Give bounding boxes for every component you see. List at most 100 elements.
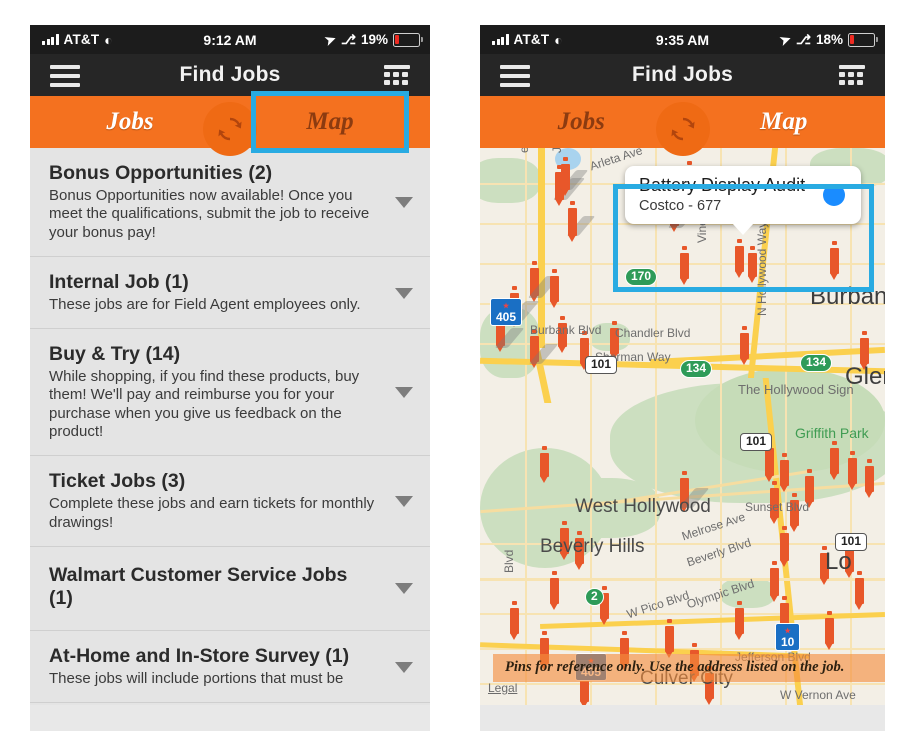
job-category-desc: Bonus Opportunities now available! Once … (49, 187, 370, 241)
highway-shield-170: 170 (625, 268, 658, 286)
map-label: eda Blvd (517, 148, 531, 153)
job-pin[interactable] (770, 561, 779, 602)
tab-jobs[interactable]: Jobs (480, 96, 683, 148)
list-item[interactable]: Ticket Jobs (3) Complete these jobs and … (30, 456, 430, 547)
bluetooth-icon: ⎇ (795, 31, 811, 47)
map-label: Jodmi Ave (550, 148, 564, 153)
highway-shield-101: 101 (585, 356, 618, 374)
status-bar-right: AT&T ◐ 9:35 AM ➤ ⎇ 18% (480, 25, 885, 54)
tab-map[interactable]: Map (683, 96, 886, 157)
map-label: Chandler Blvd (615, 326, 691, 340)
job-category-title: Buy & Try (14) (49, 343, 181, 366)
job-category-desc: While shopping, if you find these produc… (49, 368, 360, 441)
location-arrow-icon: ➤ (777, 30, 794, 48)
chevron-down-icon[interactable] (395, 387, 413, 399)
job-pin[interactable] (805, 469, 814, 508)
job-pin[interactable] (830, 241, 839, 280)
tab-bar-right: Jobs Map (480, 96, 886, 157)
highway-shield-134: 134 (800, 354, 833, 372)
highway-shield-101: 101 (835, 533, 868, 551)
battery-icon (393, 32, 423, 47)
job-pin[interactable] (510, 601, 519, 640)
list-item[interactable]: Walmart Customer Service Jobs (1) (30, 546, 430, 631)
list-item[interactable]: Bonus Opportunities (2) Bonus Opportunit… (30, 148, 430, 257)
job-pin[interactable] (561, 157, 570, 196)
map-park-area (480, 158, 540, 203)
job-pin[interactable] (568, 201, 577, 242)
map-label: N Hollywood Way (755, 221, 769, 316)
refresh-icon[interactable] (655, 102, 710, 156)
battery-percent-label: 18% (815, 32, 843, 47)
job-pin[interactable] (735, 601, 744, 640)
list-item[interactable]: Internal Job (1) These jobs are for Fiel… (30, 256, 430, 330)
refresh-icon[interactable] (203, 102, 257, 156)
tab-jobs[interactable]: Jobs (30, 96, 230, 157)
job-pin[interactable] (848, 451, 857, 490)
highway-shield-134: 134 (680, 360, 713, 378)
map-label: Sunset Blvd (745, 500, 810, 514)
map-city-label: Beverly Hills (540, 536, 645, 557)
job-pin[interactable] (540, 446, 549, 483)
map-label: Blvd (502, 549, 516, 573)
map-city-label: West Hollywood (575, 496, 711, 517)
job-pin[interactable] (680, 246, 689, 285)
map-city-label: Lo (825, 548, 852, 575)
job-pin[interactable] (860, 331, 869, 370)
nav-bar-left: Find Jobs (30, 54, 430, 96)
map-road (525, 148, 527, 705)
tab-bar-left: Jobs Map (30, 96, 430, 157)
job-pin[interactable] (735, 239, 744, 278)
grid-menu-icon[interactable] (839, 65, 865, 88)
job-pin[interactable] (780, 526, 789, 567)
map-view[interactable]: eda Blvd Jodmi Ave Arleta Ave Sherman Wa… (480, 148, 885, 705)
job-category-desc: These jobs are for Field Agent employees… (49, 295, 361, 313)
job-pin[interactable] (830, 441, 839, 480)
status-right-group: ➤ ⎇ 18% (777, 25, 878, 54)
job-category-desc: These jobs will include portions that mu… (49, 669, 344, 687)
job-pin[interactable] (550, 269, 559, 308)
tab-map[interactable]: Map (230, 96, 430, 148)
highway-shield-10: ★ 10 (775, 623, 801, 652)
list-item[interactable]: Buy & Try (14) While shopping, if you fi… (30, 329, 430, 457)
job-pin[interactable] (765, 441, 774, 482)
chevron-down-icon[interactable] (395, 583, 413, 595)
refresh-glyph (218, 117, 242, 141)
map-label: The Hollywood Sign (738, 382, 854, 397)
job-pin[interactable] (855, 571, 864, 610)
nav-bar-right: Find Jobs (480, 54, 885, 96)
map-label: W Pico Blvd (625, 588, 691, 622)
highway-shield-101: 101 (740, 433, 773, 451)
job-pin[interactable] (865, 459, 874, 498)
refresh-glyph (670, 117, 695, 141)
job-pin[interactable] (665, 619, 674, 658)
chevron-down-icon[interactable] (395, 496, 413, 508)
list-item[interactable]: At-Home and In-Store Survey (1) These jo… (30, 630, 430, 704)
map-label: Burbank Blvd (530, 323, 602, 337)
chevron-down-icon[interactable] (395, 196, 413, 208)
job-category-list[interactable]: Bonus Opportunities (2) Bonus Opportunit… (30, 148, 430, 705)
chevron-down-icon[interactable] (395, 661, 413, 673)
job-category-title: Ticket Jobs (3) (49, 470, 186, 493)
job-pin[interactable] (550, 571, 559, 610)
job-pin[interactable] (780, 453, 789, 492)
legal-link[interactable]: Legal (488, 681, 517, 695)
page-title: Find Jobs (632, 63, 733, 86)
phone-screenshot-right: AT&T ◐ 9:35 AM ➤ ⎇ 18% Find Jobs Jobs Ma… (480, 25, 885, 731)
job-pin[interactable] (740, 326, 749, 365)
job-category-title: Internal Job (1) (49, 270, 189, 293)
location-arrow-icon: ➤ (322, 30, 339, 48)
grid-menu-icon[interactable] (384, 65, 410, 88)
map-label: Griffith Park (795, 425, 869, 441)
job-category-title: At-Home and In-Store Survey (1) (49, 644, 350, 667)
callout-subtitle: Costco - 677 (639, 197, 722, 214)
callout-tail (732, 222, 754, 235)
job-category-title: Bonus Opportunities (2) (49, 162, 273, 184)
status-right-group: ➤ ⎇ 19% (322, 25, 423, 54)
battery-icon (848, 32, 878, 47)
chevron-down-icon[interactable] (395, 287, 413, 299)
map-label: W Vernon Ave (780, 688, 856, 702)
job-pin[interactable] (825, 611, 834, 650)
map-pin-callout[interactable]: Battery Display Audit Costco - 677 (625, 166, 861, 235)
map-disclaimer-banner: Pins for reference only. Use the address… (493, 653, 885, 682)
blue-dot-indicator[interactable] (823, 183, 845, 206)
